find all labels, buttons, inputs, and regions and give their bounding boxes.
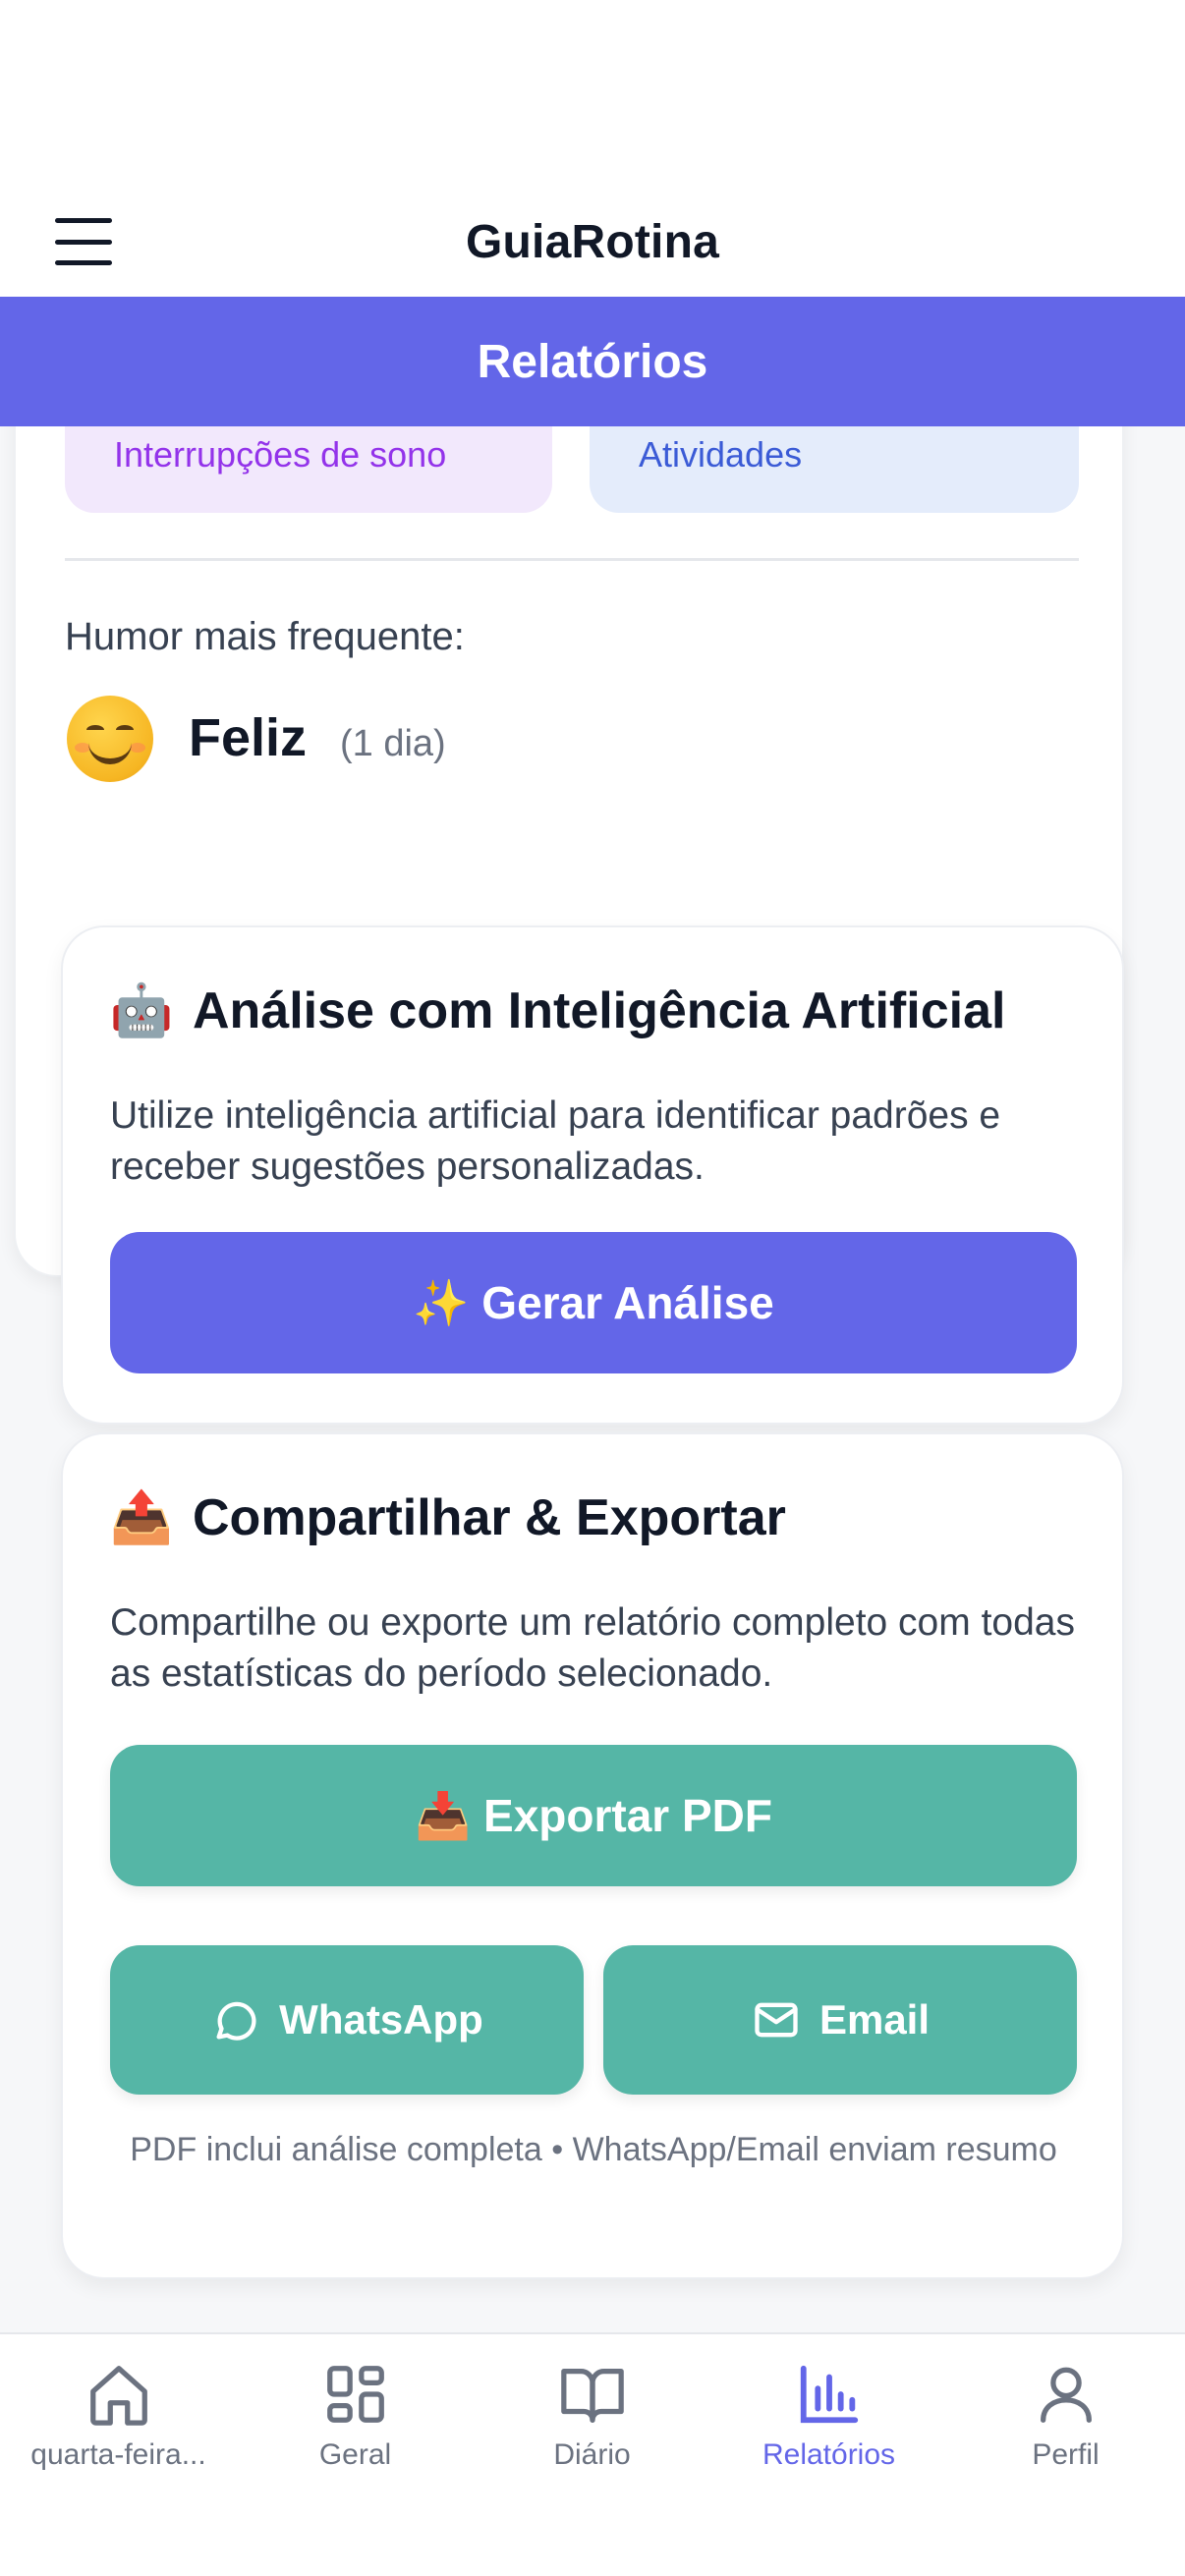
generate-analysis-button[interactable]: ✨ Gerar Análise [110,1232,1077,1373]
share-card-title: 📤 Compartilhar & Exportar [110,1487,786,1547]
book-icon [560,2369,624,2423]
whatsapp-button[interactable]: WhatsApp [110,1945,584,2095]
activities-tile: Atividades [590,426,1079,513]
chat-bubble-icon [216,2001,256,2041]
tile-label: Interrupções de sono [114,434,447,475]
nav-label: Perfil [1032,2438,1100,2471]
nav-label: Relatórios [762,2438,896,2471]
share-export-card: 📤 Compartilhar & Exportar Compartilhe ou… [61,1432,1124,2279]
grid-icon [326,2366,384,2423]
nav-item-geral[interactable]: Geral [237,2352,474,2499]
ai-card-title: 🤖 Análise com Inteligência Artificial [109,980,1006,1040]
nav-label: quarta-feira... [30,2438,206,2471]
sleep-interruptions-tile: Interrupções de sono [65,426,552,513]
mood-name: Feliz [189,708,308,767]
nav-item-relatorios[interactable]: Relatórios [710,2352,947,2499]
share-description: Compartilhe ou exporte um relatório comp… [110,1601,1075,1695]
share-note: PDF inclui análise completa • WhatsApp/E… [130,2131,1057,2168]
status-bar-area [0,0,1185,187]
whatsapp-label: WhatsApp [279,1996,483,2043]
nav-item-perfil[interactable]: Perfil [947,2352,1184,2499]
bottom-navigation: quarta-feira... Geral Diário Relatórios … [0,2332,1185,2576]
email-button[interactable]: Email [603,1945,1077,2095]
scroll-content[interactable]: Interrupções de sono Atividades Humor ma… [0,426,1185,2332]
ai-analysis-card: 🤖 Análise com Inteligência Artificial Ut… [61,925,1124,1425]
hamburger-icon [55,218,112,223]
reports-screen: GuiaRotina Relatórios Interrupções de so… [0,0,1185,2576]
user-icon [1040,2367,1092,2423]
ai-title-text: Análise com Inteligência Artificial [193,981,1006,1039]
divider [65,558,1079,561]
outbox-icon: 📤 [109,1489,174,1546]
smiling-face-icon [67,696,153,782]
home-icon [89,2366,147,2426]
ai-description: Utilize inteligência artificial para ide… [110,1094,1001,1188]
nav-item-today[interactable]: quarta-feira... [0,2352,237,2499]
bar-chart-icon [800,2365,858,2424]
mood-caption: Humor mais frequente: [65,615,465,658]
tile-label: Atividades [639,434,803,475]
robot-icon: 🤖 [109,982,174,1039]
nav-label: Geral [318,2438,392,2471]
section-bar: Relatórios [0,297,1185,426]
section-title: Relatórios [477,335,708,388]
app-header: GuiaRotina [0,187,1185,297]
share-title-text: Compartilhar & Exportar [193,1488,786,1546]
nav-label: Diário [553,2438,631,2471]
mail-icon [755,2002,798,2038]
app-title: GuiaRotina [465,215,719,268]
mood-days: (1 dia) [340,723,446,764]
nav-item-diario[interactable]: Diário [474,2352,710,2499]
export-pdf-button[interactable]: 📥 Exportar PDF [110,1745,1077,1886]
email-label: Email [818,1996,931,2043]
menu-button[interactable] [49,214,118,269]
